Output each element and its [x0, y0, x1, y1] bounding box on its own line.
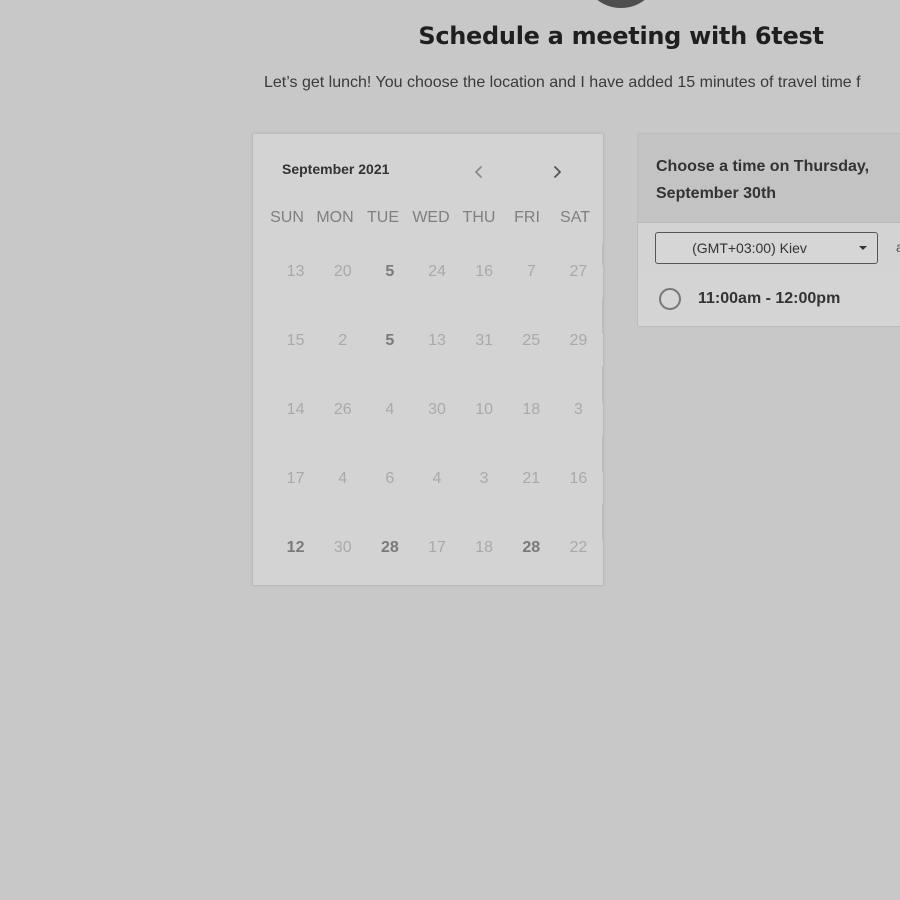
- page-subtitle: Let’s get lunch! You choose the location…: [264, 74, 861, 91]
- calendar-week-row: 12 30 28 17 18 28 22: [272, 519, 604, 596]
- calendar-scroll-edge: [602, 243, 604, 265]
- calendar-week-row: 15 2 5 13 31 25 29: [272, 312, 604, 389]
- calendar-day: 10: [475, 401, 494, 418]
- calendar-day: 4: [338, 470, 348, 487]
- time-selection-panel: Choose a time on Thursday, September 30t…: [637, 133, 900, 327]
- calendar-day: 24: [428, 263, 446, 280]
- host-avatar: [584, 0, 658, 8]
- next-month-button[interactable]: [545, 160, 569, 184]
- calendar-day: 15: [286, 332, 305, 349]
- day-of-week-label: THU: [462, 209, 496, 226]
- day-of-week-label: TUE: [367, 209, 399, 226]
- day-of-week-label: WED: [412, 209, 450, 226]
- calendar-day-available[interactable]: 28: [366, 527, 413, 569]
- time-slot-label: 11:00am - 12:00pm: [698, 290, 841, 307]
- chevron-left-icon: [475, 166, 482, 178]
- calendar-day: 2: [338, 332, 348, 349]
- calendar-day: 31: [475, 332, 494, 349]
- timezone-value: (GMT+03:00) Kiev: [692, 240, 807, 256]
- page-title: Schedule a meeting with 6test: [418, 22, 824, 50]
- calendar-day: 30: [428, 401, 446, 418]
- calendar-day: 18: [522, 401, 541, 418]
- calendar-day: 6: [385, 470, 395, 487]
- calendar-day: 25: [522, 332, 541, 349]
- calendar-day: 29: [569, 332, 588, 349]
- timezone-aside-text: a: [896, 239, 900, 255]
- calendar-day-available[interactable]: 12: [272, 527, 319, 569]
- calendar-week-row: 17 4 6 4 3 21 16: [272, 450, 604, 527]
- calendar-scroll-edge: [602, 519, 604, 541]
- calendar-scroll-edge: [602, 381, 604, 403]
- calendar-day: 14: [286, 401, 305, 418]
- calendar-day: 17: [286, 470, 305, 487]
- calendar-day: 3: [573, 401, 583, 418]
- time-panel-header: Choose a time on Thursday, September 30t…: [638, 134, 900, 223]
- calendar-day: 21: [522, 470, 541, 487]
- day-of-week-label: SUN: [270, 209, 304, 226]
- day-of-week-header: SUN MON TUE WED THU FRI SAT: [263, 209, 599, 227]
- calendar-day: 22: [569, 539, 588, 556]
- calendar-day: 20: [333, 263, 352, 280]
- date-picker-calendar: September 2021 SUN MON TUE WED THU FRI S…: [252, 133, 604, 586]
- day-of-week-label: SAT: [560, 209, 590, 226]
- calendar-month-label: September 2021: [282, 161, 390, 177]
- calendar-day-available[interactable]: 5: [366, 320, 413, 362]
- previous-month-button[interactable]: [467, 160, 491, 184]
- day-of-week-label: FRI: [514, 209, 540, 226]
- calendar-day-available[interactable]: 5: [366, 251, 413, 293]
- time-panel-heading: Choose a time on Thursday, September 30t…: [656, 158, 870, 202]
- calendar-day-available[interactable]: 28: [508, 527, 555, 569]
- calendar-day: 13: [428, 332, 446, 349]
- timezone-select[interactable]: (GMT+03:00) Kiev: [655, 232, 878, 264]
- radio-unchecked-icon[interactable]: [659, 288, 681, 310]
- calendar-day: 7: [526, 263, 536, 280]
- calendar-day: 3: [479, 470, 489, 487]
- chevron-right-icon: [554, 166, 561, 178]
- calendar-day: 18: [475, 539, 494, 556]
- calendar-day: 30: [333, 539, 352, 556]
- time-slot-option[interactable]: 11:00am - 12:00pm: [638, 273, 900, 325]
- calendar-day: 16: [475, 263, 494, 280]
- calendar-grid: 13 20 5 24 16 7 27 15 2 5 13 31 25 29 14 26 4 30 10 18 3 17 4 6…: [272, 243, 604, 596]
- calendar-week-row: 14 26 4 30 10 18 3: [272, 381, 604, 458]
- calendar-day: 4: [385, 401, 395, 418]
- calendar-day: 27: [569, 263, 588, 280]
- calendar-week-row: 13 20 5 24 16 7 27: [272, 243, 604, 320]
- calendar-scroll-edge: [602, 450, 604, 472]
- calendar-day: 26: [333, 401, 352, 418]
- calendar-day: 4: [432, 470, 442, 487]
- calendar-day: 16: [569, 470, 588, 487]
- caret-down-icon: [859, 246, 867, 250]
- calendar-scroll-edge: [602, 312, 604, 334]
- day-of-week-label: MON: [316, 209, 354, 226]
- calendar-day: 17: [428, 539, 446, 556]
- calendar-day: 13: [286, 263, 305, 280]
